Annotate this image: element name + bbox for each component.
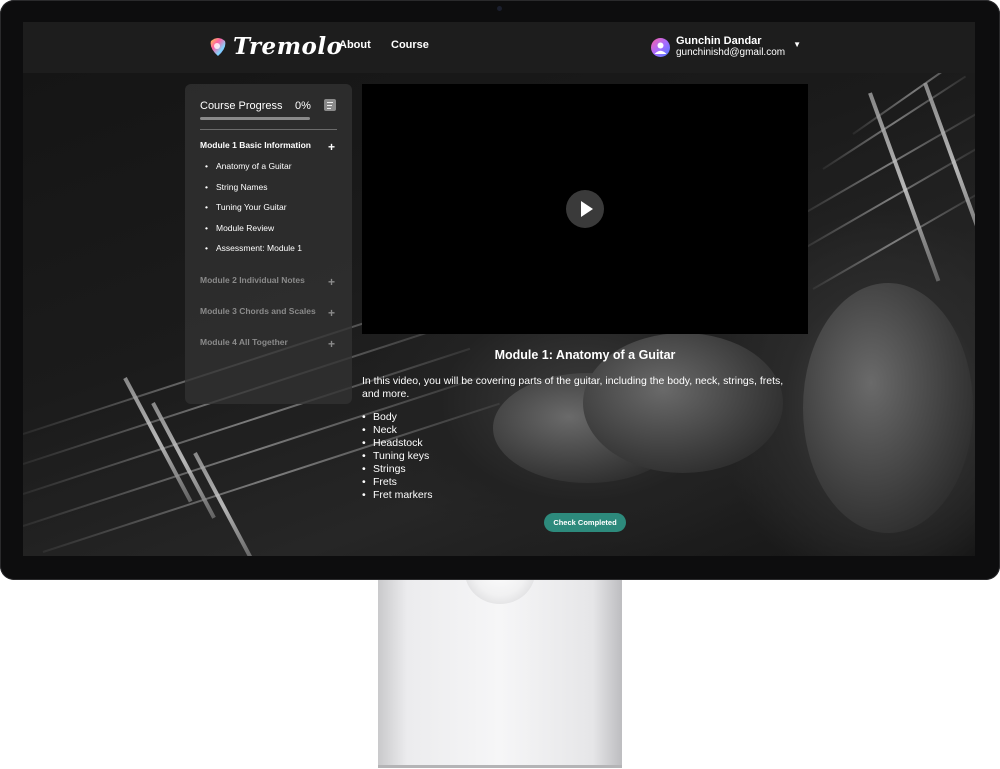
nav-about-link[interactable]: About: [339, 39, 371, 51]
chevron-down-icon[interactable]: ▼: [793, 40, 801, 49]
module-3-title[interactable]: Module 3 Chords and Scales: [200, 306, 316, 316]
list-item: Fret markers: [362, 489, 433, 502]
lesson-assessment-module-1[interactable]: Assessment: Module 1: [205, 243, 302, 253]
course-sidebar: Course Progress 0% Module 1 Basic Inform…: [185, 84, 352, 404]
user-email: gunchinishd@gmail.com: [676, 47, 786, 58]
list-item: Strings: [362, 463, 433, 476]
user-menu[interactable]: Gunchin Dandar gunchinishd@gmail.com ▼: [651, 35, 801, 59]
lesson-string-names[interactable]: String Names: [205, 182, 268, 192]
module-4-expand-icon[interactable]: +: [328, 337, 335, 351]
nav-course-link[interactable]: Course: [391, 39, 429, 51]
lesson-module-review[interactable]: Module Review: [205, 223, 274, 233]
list-item: Headstock: [362, 437, 433, 450]
lesson-heading: Module 1: Anatomy of a Guitar: [494, 348, 676, 362]
video-player[interactable]: [362, 84, 808, 334]
check-completed-button[interactable]: Check Completed: [544, 513, 626, 532]
collapse-sidebar-icon[interactable]: [324, 99, 336, 111]
lesson-tuning-your-guitar[interactable]: Tuning Your Guitar: [205, 202, 287, 212]
guitar-parts-list: Body Neck Headstock Tuning keys Strings …: [362, 411, 433, 502]
module-4-title[interactable]: Module 4 All Together: [200, 337, 288, 347]
module-2-expand-icon[interactable]: +: [328, 275, 335, 289]
lesson-anatomy-of-a-guitar[interactable]: Anatomy of a Guitar: [205, 161, 292, 171]
camera-icon: [497, 6, 502, 11]
list-item: Neck: [362, 424, 433, 437]
monitor-bezel: Tremolo About Course Gunchin Dandar gunc…: [0, 0, 1000, 580]
logo[interactable]: Tremolo: [207, 33, 342, 60]
top-navbar: Tremolo About Course Gunchin Dandar gunc…: [23, 22, 975, 73]
logo-text: Tremolo: [233, 33, 343, 60]
course-progress-percent: 0%: [295, 100, 311, 112]
lesson-description: In this video, you will be covering part…: [362, 375, 784, 400]
module-1-expand-icon[interactable]: +: [328, 140, 335, 154]
course-progress-bar: [200, 117, 310, 120]
list-item: Tuning keys: [362, 450, 433, 463]
list-item: Frets: [362, 476, 433, 489]
sidebar-divider: [200, 129, 337, 130]
guitar-pick-logo-icon: [207, 36, 229, 58]
course-progress-label: Course Progress: [200, 100, 283, 112]
list-item: Body: [362, 411, 433, 424]
user-avatar-icon: [651, 37, 670, 57]
module-1-title[interactable]: Module 1 Basic Information: [200, 140, 311, 150]
user-name: Gunchin Dandar: [676, 35, 762, 47]
module-2-title[interactable]: Module 2 Individual Notes: [200, 275, 305, 285]
module-3-expand-icon[interactable]: +: [328, 306, 335, 320]
play-icon[interactable]: [566, 190, 604, 228]
screen: Tremolo About Course Gunchin Dandar gunc…: [23, 22, 975, 556]
